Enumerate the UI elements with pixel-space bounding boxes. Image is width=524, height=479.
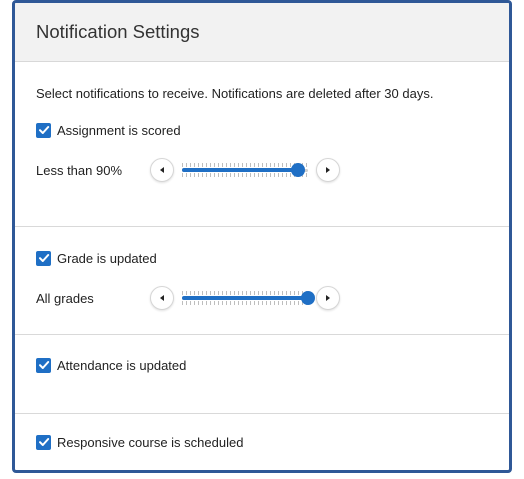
slider-thumb[interactable] <box>301 291 315 305</box>
slider-thumb[interactable] <box>290 163 305 177</box>
notification-settings-panel: Notification Settings Select notificatio… <box>12 0 512 473</box>
section-responsive-course: Responsive course is scheduled <box>15 414 509 470</box>
checkbox-attendance-updated[interactable] <box>36 357 51 373</box>
check-icon <box>38 438 49 446</box>
intro-text: Select notifications to receive. Notific… <box>36 86 434 101</box>
slider-fill <box>182 296 308 300</box>
checkbox-row-responsive-course[interactable]: Responsive course is scheduled <box>36 432 509 452</box>
panel-header: Notification Settings <box>15 3 509 62</box>
triangle-right-icon <box>326 167 330 173</box>
checkbox-assignment-scored[interactable] <box>36 122 51 138</box>
slider-increase-button[interactable] <box>316 158 340 182</box>
checkbox-responsive-course[interactable] <box>36 434 51 450</box>
checkbox-row-grade-updated[interactable]: Grade is updated <box>36 248 509 268</box>
section-grade-updated: Grade is updated All grades <box>15 227 509 335</box>
panel-title: Notification Settings <box>36 21 200 42</box>
check-icon <box>38 361 49 369</box>
checkbox-row-attendance-updated[interactable]: Attendance is updated <box>36 355 509 375</box>
checkbox-label: Assignment is scored <box>57 122 181 138</box>
checkbox-label: Grade is updated <box>57 250 157 266</box>
slider-score-threshold[interactable] <box>178 158 312 182</box>
slider-value-label: Less than 90% <box>36 162 123 178</box>
slider-increase-button[interactable] <box>316 286 340 310</box>
checkbox-grade-updated[interactable] <box>36 250 51 266</box>
triangle-right-icon <box>326 295 330 301</box>
checkbox-label: Responsive course is scheduled <box>57 434 244 450</box>
slider-row-score-threshold: Less than 90% <box>36 155 509 185</box>
check-icon <box>38 126 49 134</box>
slider-decrease-button[interactable] <box>150 158 174 182</box>
triangle-left-icon <box>160 295 164 301</box>
section-attendance-updated: Attendance is updated <box>15 335 509 414</box>
checkbox-row-assignment-scored[interactable]: Assignment is scored <box>36 120 509 140</box>
slider-fill <box>182 168 298 172</box>
check-icon <box>38 254 49 262</box>
slider-value-label: All grades <box>36 290 94 306</box>
triangle-left-icon <box>160 167 164 173</box>
section-assignment-scored: Assignment is scored Less than 90% <box>15 106 509 227</box>
slider-grade-filter[interactable] <box>178 286 315 310</box>
slider-row-grade-filter: All grades <box>36 283 509 313</box>
slider-decrease-button[interactable] <box>150 286 174 310</box>
checkbox-label: Attendance is updated <box>57 357 187 373</box>
